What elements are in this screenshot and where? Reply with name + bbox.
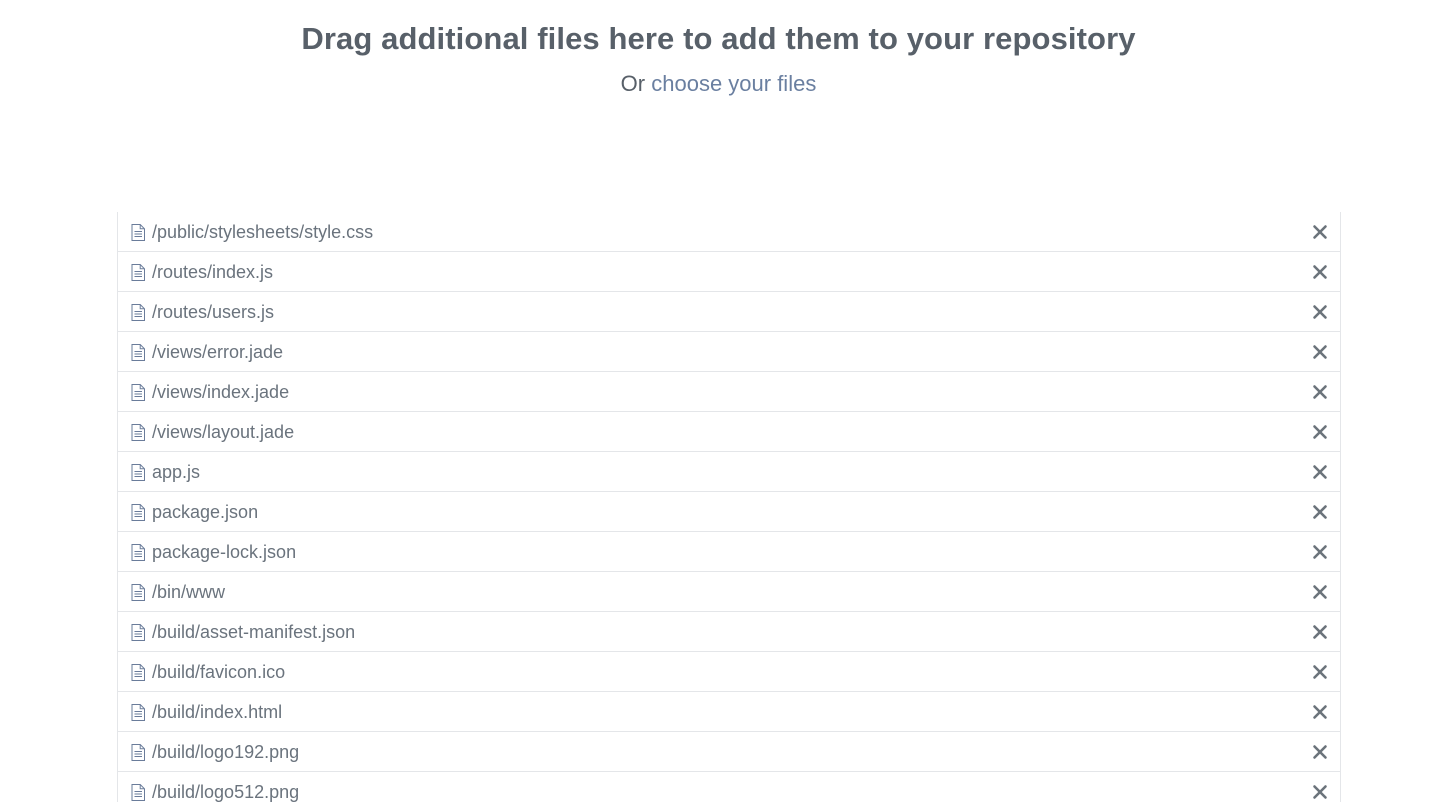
file-icon	[131, 384, 145, 401]
remove-file-button[interactable]	[1312, 384, 1328, 400]
close-icon	[1313, 585, 1327, 599]
remove-file-button[interactable]	[1312, 304, 1328, 320]
file-row: /routes/users.js	[118, 292, 1340, 332]
choose-files-line: Or choose your files	[0, 68, 1437, 100]
file-row: app.js	[118, 452, 1340, 492]
file-row: /public/stylesheets/style.css	[118, 212, 1340, 252]
file-name: package-lock.json	[152, 542, 297, 562]
file-icon	[131, 224, 145, 241]
close-icon	[1313, 265, 1327, 279]
file-name: package.json	[152, 502, 259, 522]
file-icon	[131, 344, 145, 361]
file-row: /views/layout.jade	[118, 412, 1340, 452]
file-name: app.js	[152, 462, 201, 482]
file-name: /views/index.jade	[152, 382, 290, 402]
close-icon	[1313, 625, 1327, 639]
remove-file-button[interactable]	[1312, 704, 1328, 720]
file-name: /build/logo512.png	[152, 782, 300, 802]
remove-file-button[interactable]	[1312, 744, 1328, 760]
remove-file-button[interactable]	[1312, 464, 1328, 480]
close-icon	[1313, 225, 1327, 239]
file-name: /views/layout.jade	[152, 422, 295, 442]
close-icon	[1313, 305, 1327, 319]
upload-page: Drag additional files here to add them t…	[0, 0, 1437, 802]
file-row: package-lock.json	[118, 532, 1340, 572]
choose-files-link[interactable]: choose your files	[651, 71, 816, 96]
close-icon	[1313, 385, 1327, 399]
file-row: /build/asset-manifest.json	[118, 612, 1340, 652]
remove-file-button[interactable]	[1312, 784, 1328, 800]
close-icon	[1313, 785, 1327, 799]
file-name: /build/index.html	[152, 702, 283, 722]
close-icon	[1313, 425, 1327, 439]
close-icon	[1313, 665, 1327, 679]
remove-file-button[interactable]	[1312, 224, 1328, 240]
file-name: /build/asset-manifest.json	[152, 622, 356, 642]
close-icon	[1313, 505, 1327, 519]
close-icon	[1313, 545, 1327, 559]
file-name: /build/logo192.png	[152, 742, 300, 762]
file-name: /routes/index.js	[152, 262, 274, 282]
file-icon	[131, 504, 145, 521]
file-icon	[131, 304, 145, 321]
file-icon	[131, 664, 145, 681]
file-icon	[131, 624, 145, 641]
choose-files-prefix: Or	[620, 71, 646, 96]
remove-file-button[interactable]	[1312, 264, 1328, 280]
file-icon	[131, 464, 145, 481]
file-row: /build/index.html	[118, 692, 1340, 732]
file-name: /views/error.jade	[152, 342, 284, 362]
remove-file-button[interactable]	[1312, 344, 1328, 360]
file-row: /routes/index.js	[118, 252, 1340, 292]
file-icon	[131, 264, 145, 281]
file-row: package.json	[118, 492, 1340, 532]
file-row: /views/error.jade	[118, 332, 1340, 372]
close-icon	[1313, 465, 1327, 479]
file-row: /build/logo512.png	[118, 772, 1340, 802]
remove-file-button[interactable]	[1312, 504, 1328, 520]
file-icon	[131, 544, 145, 561]
remove-file-button[interactable]	[1312, 544, 1328, 560]
file-row: /bin/www	[118, 572, 1340, 612]
remove-file-button[interactable]	[1312, 664, 1328, 680]
file-list: /public/stylesheets/style.css/routes/ind…	[117, 212, 1341, 802]
file-name: /routes/users.js	[152, 302, 275, 322]
remove-file-button[interactable]	[1312, 424, 1328, 440]
file-row: /build/logo192.png	[118, 732, 1340, 772]
file-icon	[131, 704, 145, 721]
close-icon	[1313, 705, 1327, 719]
drop-zone-title: Drag additional files here to add them t…	[301, 21, 1136, 56]
close-icon	[1313, 345, 1327, 359]
file-icon	[131, 424, 145, 441]
file-icon	[131, 784, 145, 801]
remove-file-button[interactable]	[1312, 624, 1328, 640]
file-name: /public/stylesheets/style.css	[152, 222, 374, 242]
close-icon	[1313, 745, 1327, 759]
file-name: /build/favicon.ico	[152, 662, 286, 682]
remove-file-button[interactable]	[1312, 584, 1328, 600]
file-icon	[131, 744, 145, 761]
file-name: /bin/www	[152, 582, 226, 602]
file-row: /build/favicon.ico	[118, 652, 1340, 692]
file-icon	[131, 584, 145, 601]
file-row: /views/index.jade	[118, 372, 1340, 412]
